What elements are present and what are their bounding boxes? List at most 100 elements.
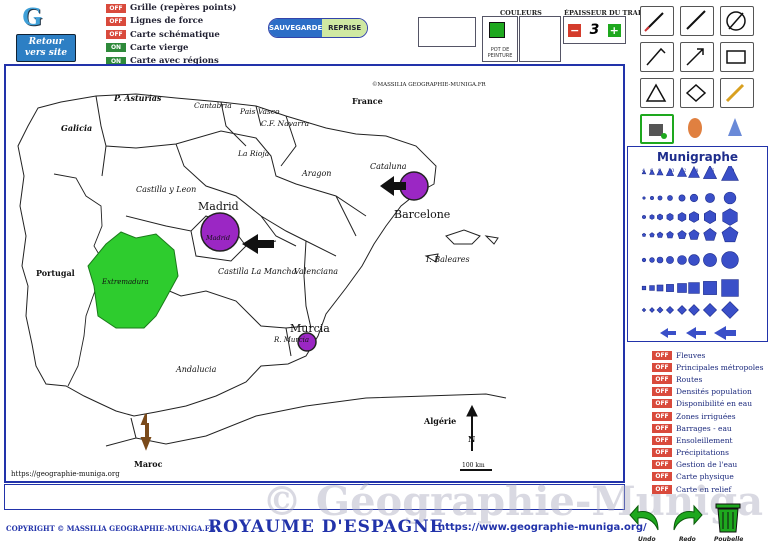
diamond-symbol[interactable] (649, 307, 655, 313)
pen-tool[interactable] (640, 6, 674, 36)
rectangle-tool[interactable] (720, 42, 754, 72)
layer-toggle[interactable]: OFF Barrages - eau (652, 422, 763, 434)
hexagon-symbol[interactable] (689, 211, 699, 223)
trash-button[interactable] (710, 500, 746, 536)
layer-state[interactable]: OFF (652, 387, 672, 397)
layer-state[interactable]: OFF (652, 362, 672, 372)
thickness-minus-button[interactable]: − (568, 23, 582, 37)
arrow-symbol-medium[interactable] (686, 327, 706, 339)
site-url[interactable]: https://www.geographie-muniga.org/ (438, 522, 647, 533)
layer-toggle[interactable]: OFF Disponibilité en eau (652, 398, 763, 410)
toggle-schematique[interactable]: OFF Carte schématique (106, 29, 236, 41)
pentagon-symbol[interactable] (666, 231, 674, 239)
circle-small-symbol[interactable] (650, 196, 654, 200)
circle-symbol[interactable] (649, 257, 655, 263)
pentagon-symbol[interactable] (649, 232, 655, 238)
thickness-plus-button[interactable]: + (607, 23, 621, 37)
circle-small-symbol[interactable] (667, 195, 673, 201)
arrow-symbol-large[interactable] (714, 326, 736, 340)
hexagon-symbol[interactable] (649, 214, 655, 220)
circle-symbol[interactable] (641, 257, 647, 263)
toggle-state[interactable]: ON (106, 43, 126, 53)
layer-toggle[interactable]: OFF Zones irriguées (652, 410, 763, 422)
toggle-lignes[interactable]: OFF Lignes de force (106, 15, 236, 27)
reprise-button[interactable]: REPRISE (322, 19, 367, 37)
circle-small-symbol[interactable] (657, 195, 663, 201)
layer-toggle[interactable]: OFF Densités population (652, 386, 763, 398)
layer-toggle[interactable]: OFF Routes (652, 373, 763, 385)
circle-small-symbol[interactable] (705, 193, 715, 203)
pentagon-symbol[interactable] (641, 232, 647, 237)
square-symbol[interactable] (721, 279, 739, 297)
pentagon-symbol[interactable] (703, 228, 717, 241)
diamond-symbol[interactable] (665, 305, 675, 315)
text-tool[interactable] (720, 114, 754, 144)
square-symbol[interactable] (656, 284, 664, 292)
hexagon-symbol[interactable] (677, 212, 687, 222)
hexagon-symbol[interactable] (642, 214, 646, 220)
line-tool[interactable] (680, 6, 714, 36)
layer-state[interactable]: OFF (652, 423, 672, 433)
square-symbol[interactable] (649, 285, 655, 291)
diamond-symbol[interactable] (641, 307, 647, 313)
layer-toggle[interactable]: OFF Ensoleillement (652, 434, 763, 446)
layer-state[interactable]: OFF (652, 411, 672, 421)
square-symbol[interactable] (677, 283, 687, 293)
hexagon-symbol[interactable] (666, 213, 674, 221)
text-input-box[interactable] (418, 17, 476, 47)
layer-toggle[interactable]: OFF Gestion de l'eau (652, 459, 763, 471)
redo-button[interactable] (668, 500, 704, 536)
toggle-vierge[interactable]: ON Carte vierge (106, 42, 236, 54)
layer-state[interactable]: OFF (652, 350, 672, 360)
pentagon-symbol[interactable] (656, 231, 664, 238)
pentagon-symbol[interactable] (721, 226, 739, 243)
layer-state[interactable]: OFF (652, 460, 672, 470)
triangle-symbol[interactable] (721, 166, 739, 181)
hexagon-symbol[interactable] (657, 213, 663, 221)
diamond-symbol[interactable] (721, 301, 739, 319)
circle-small-symbol[interactable] (723, 191, 737, 205)
layer-state[interactable]: OFF (652, 435, 672, 445)
square-symbol[interactable] (688, 282, 700, 294)
hexagon-symbol[interactable] (704, 210, 716, 224)
diamond-symbol[interactable] (688, 304, 700, 316)
map-canvas[interactable]: ©MASSILIA GEOGRAPHIE-MUNIGA.FR P. Asturi… (4, 64, 625, 483)
circle-tool[interactable] (720, 6, 754, 36)
circle-symbol[interactable] (721, 251, 739, 269)
toggle-state[interactable]: OFF (106, 3, 126, 13)
circle-symbol[interactable] (656, 256, 664, 264)
arrow-tool[interactable] (680, 42, 714, 72)
layer-state[interactable]: OFF (652, 399, 672, 409)
layer-state[interactable]: OFF (652, 448, 672, 458)
square-symbol[interactable] (703, 281, 717, 295)
triangle-symbol[interactable] (702, 166, 718, 179)
triangle-tool[interactable] (640, 78, 674, 108)
layer-toggle[interactable]: OFF Précipitations (652, 447, 763, 459)
selected-color-swatch[interactable] (489, 22, 505, 38)
diamond-symbol[interactable] (677, 305, 687, 315)
freehand-tool[interactable] (640, 42, 674, 72)
layer-state[interactable]: OFF (652, 374, 672, 384)
circle-small-symbol[interactable] (689, 193, 699, 203)
undo-button[interactable] (628, 500, 664, 536)
eraser-tool[interactable] (680, 114, 714, 144)
square-symbol[interactable] (666, 284, 674, 292)
polygon-tool[interactable] (680, 78, 714, 108)
layer-toggle[interactable]: OFF Principales métropoles (652, 361, 763, 373)
square-symbol[interactable] (641, 285, 647, 291)
layer-toggle[interactable]: OFF Fleuves (652, 349, 763, 361)
back-to-site-button[interactable]: Retour vers site (16, 34, 76, 62)
diamond-symbol[interactable] (656, 306, 664, 314)
toggle-state[interactable]: OFF (106, 30, 126, 40)
fill-tool[interactable] (640, 114, 674, 144)
circle-symbol[interactable] (666, 256, 674, 264)
symbol-palette[interactable]: 4681012141620 (630, 166, 766, 342)
circle-small-symbol[interactable] (678, 194, 686, 202)
pentagon-symbol[interactable] (677, 230, 687, 239)
toggle-state[interactable]: OFF (106, 16, 126, 26)
sauvegarde-button[interactable]: SAUVEGARDE (269, 19, 323, 37)
arrow-symbol-small[interactable] (660, 328, 676, 338)
circle-symbol[interactable] (703, 253, 717, 267)
pentagon-symbol[interactable] (688, 229, 700, 240)
toggle-grille[interactable]: OFF Grille (repères points) (106, 2, 236, 14)
